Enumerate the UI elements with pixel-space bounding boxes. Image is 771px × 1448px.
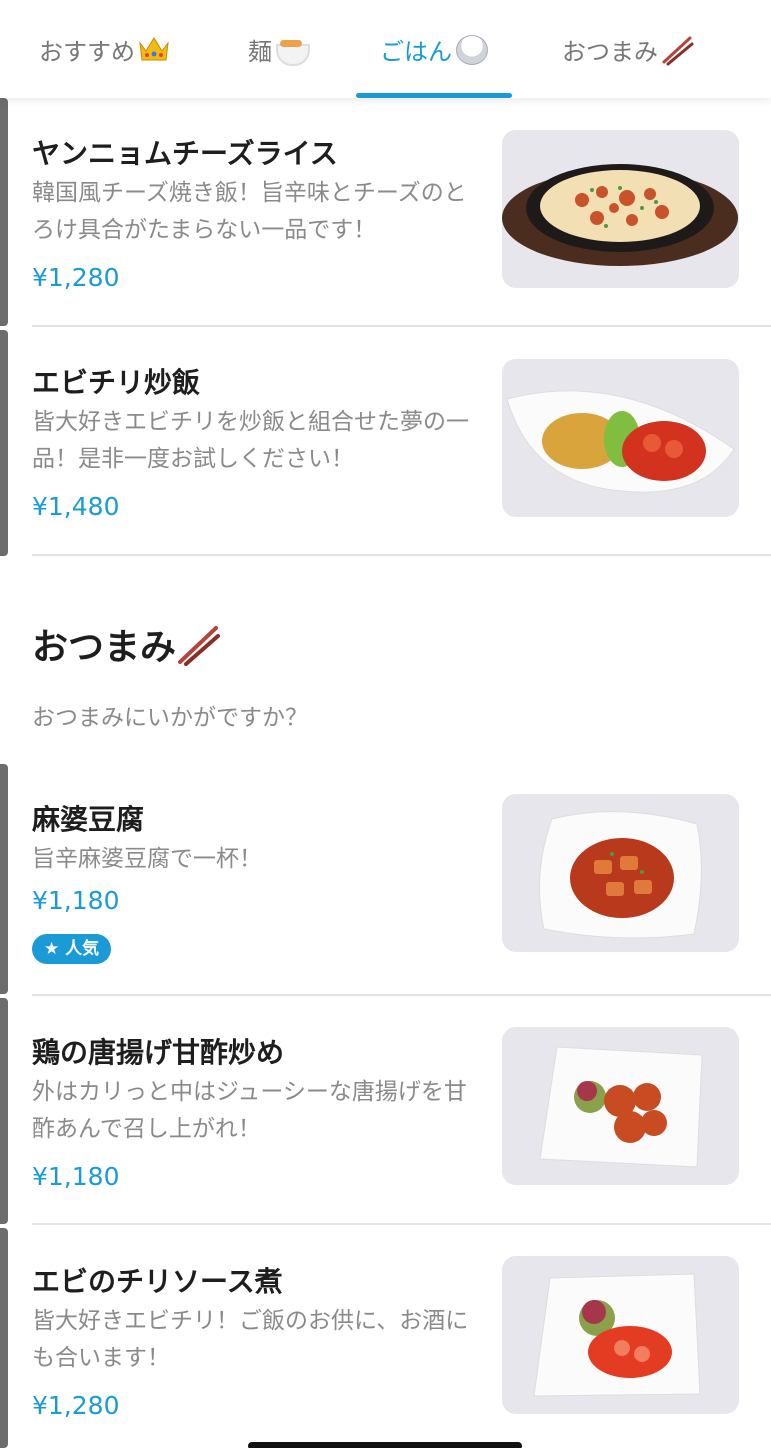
menu-item[interactable]: 麻婆豆腐 旨辛麻婆豆腐で一杯！ ¥1,180 ★ 人気 — [32, 794, 771, 991]
menu-item[interactable]: エビのチリソース煮 皆大好きエビチリ！ご飯のお供に、お酒にも合います！ ¥1,2… — [32, 1256, 771, 1443]
menu-item-photo — [502, 1256, 739, 1414]
menu-item-description: 旨辛麻婆豆腐で一杯！ — [32, 846, 262, 872]
popular-badge: ★ 人気 — [32, 934, 112, 964]
scroll-edge-marker — [0, 98, 8, 326]
scroll-edge-marker — [0, 764, 8, 994]
menu-item[interactable]: 鶏の唐揚げ甘酢炒め 外はカリっと中はジューシーな唐揚げを甘酢あんで召し上がれ！ … — [32, 1027, 771, 1219]
menu-item-description: 皆大好きエビチリ！ご飯のお供に、お酒にも合います！ — [32, 1308, 469, 1371]
scroll-edge-marker — [0, 330, 8, 556]
menu-item-price: ¥1,280 — [32, 263, 120, 292]
section-title: おつまみ — [32, 618, 221, 670]
menu-item-name: 麻婆豆腐 — [32, 803, 145, 836]
divider — [32, 1223, 771, 1225]
divider — [32, 994, 771, 996]
menu-item-name: 鶏の唐揚げ甘酢炒め — [32, 1036, 285, 1069]
menu-item-description: 皆大好きエビチリを炒飯と組合せた夢の一品！是非一度お試しください！ — [32, 409, 469, 472]
rice-bowl-icon — [454, 32, 488, 66]
badge-label: 人気 — [65, 939, 100, 959]
menu-item-price: ¥1,180 — [32, 886, 120, 915]
menu-item-photo — [502, 794, 739, 952]
menu-item-description: 韓国風チーズ焼き飯！旨辛味とチーズのとろけ具合がたまらない一品です！ — [32, 180, 467, 243]
divider — [32, 325, 771, 327]
menu-item-photo — [502, 1027, 739, 1185]
menu-item-price: ¥1,480 — [32, 492, 120, 521]
menu-item-photo — [502, 130, 739, 288]
tab-label: おつまみ — [562, 37, 658, 66]
menu-item-description: 外はカリっと中はジューシーな唐揚げを甘酢あんで召し上がれ！ — [32, 1079, 467, 1142]
menu-item[interactable]: ヤンニョムチーズライス 韓国風チーズ焼き飯！旨辛味とチーズのとろけ具合がたまらな… — [32, 130, 771, 320]
menu-item[interactable]: エビチリ炒飯 皆大好きエビチリを炒飯と組合せた夢の一品！是非一度お試しください！… — [32, 359, 771, 549]
home-indicator — [248, 1442, 522, 1448]
menu-item-name: エビのチリソース煮 — [32, 1265, 283, 1298]
scroll-edge-marker — [0, 1228, 8, 1448]
tab-label: おすすめ — [39, 37, 135, 66]
section-subtitle: おつまみにいかがですか？ — [32, 705, 308, 731]
menu-item-name: ヤンニョムチーズライス — [32, 137, 338, 170]
category-tab-bar: おすすめ 麺 ごはん おつまみ — [0, 0, 771, 98]
divider — [32, 554, 771, 556]
menu-item-price: ¥1,280 — [32, 1391, 120, 1420]
scroll-edge-marker — [0, 998, 8, 1224]
chopsticks-icon — [178, 626, 221, 666]
star-icon: ★ — [44, 939, 60, 959]
menu-item-price: ¥1,180 — [32, 1162, 120, 1191]
tab-recommended[interactable]: おすすめ — [22, 0, 188, 98]
tab-noodles[interactable]: 麺 — [228, 0, 328, 98]
tab-rice[interactable]: ごはん — [356, 0, 512, 98]
chopsticks-icon — [660, 32, 694, 66]
tab-label: ごはん — [380, 37, 452, 66]
section-title-text: おつまみ — [32, 627, 177, 668]
active-tab-indicator — [356, 93, 512, 98]
menu-item-photo — [502, 359, 739, 517]
tab-snacks[interactable]: おつまみ — [548, 0, 708, 98]
tab-label: 麺 — [248, 37, 272, 66]
ramen-bowl-icon — [274, 32, 310, 66]
crown-icon — [137, 32, 171, 66]
menu-item-name: エビチリ炒飯 — [32, 366, 201, 399]
